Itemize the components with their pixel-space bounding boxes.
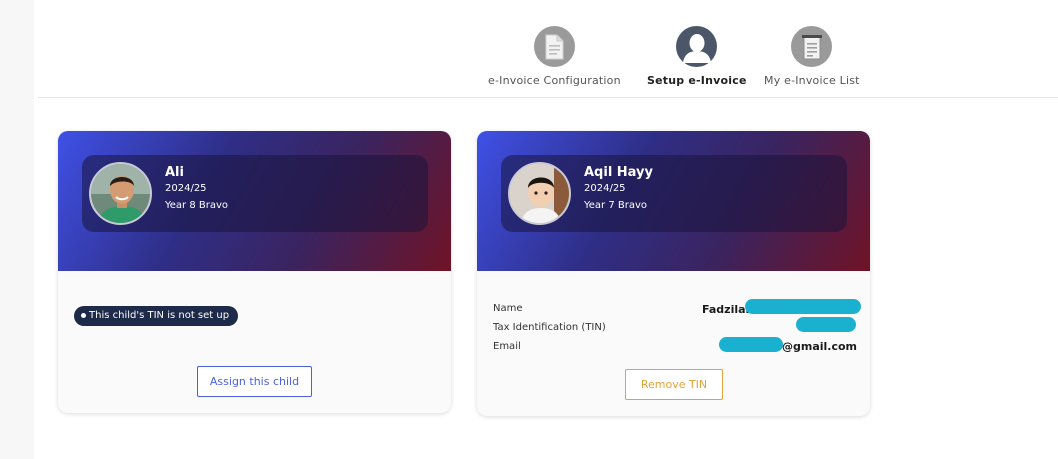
name-label: Name [493, 303, 523, 314]
child-avatar [89, 162, 152, 225]
remove-tin-button[interactable]: Remove TIN [625, 369, 723, 400]
step-my-einvoice-list[interactable]: My e-Invoice List [764, 26, 860, 87]
child-profile-box: Ali 2024/25 Year 8 Bravo [82, 155, 428, 232]
user-icon [676, 26, 718, 67]
email-label: Email [493, 341, 521, 352]
step-label: Setup e-Invoice [647, 74, 747, 87]
step-setup-einvoice[interactable]: Setup e-Invoice [647, 26, 747, 87]
assign-child-button[interactable]: Assign this child [197, 366, 312, 397]
header-divider [38, 97, 1058, 98]
redaction-mark [745, 299, 861, 314]
child-avatar [508, 162, 571, 225]
child-card-ali: Ali 2024/25 Year 8 Bravo This child's TI… [58, 131, 451, 413]
step-label: e-Invoice Configuration [488, 74, 621, 87]
redaction-mark [719, 337, 783, 352]
child-card-header: Ali 2024/25 Year 8 Bravo [58, 131, 451, 271]
tin-label: Tax Identification (TIN) [493, 322, 606, 333]
document-icon [533, 26, 575, 67]
child-academic-year: 2024/25 [584, 183, 626, 194]
step-label: My e-Invoice List [764, 74, 860, 87]
child-class: Year 7 Bravo [584, 200, 648, 211]
status-dot-icon [81, 313, 86, 318]
child-class: Year 8 Bravo [165, 200, 229, 211]
child-profile-box: Aqil Hayy 2024/25 Year 7 Bravo [501, 155, 847, 232]
list-document-icon [791, 26, 833, 67]
step-einvoice-configuration[interactable]: e-Invoice Configuration [488, 26, 621, 87]
child-name: Ali [165, 165, 184, 180]
child-card-aqil-hayy: Aqil Hayy 2024/25 Year 7 Bravo Name Fadz… [477, 131, 870, 416]
tin-status-badge: This child's TIN is not set up [74, 306, 239, 326]
tin-status-text: This child's TIN is not set up [89, 310, 230, 321]
child-academic-year: 2024/25 [165, 183, 207, 194]
redaction-mark [796, 317, 856, 332]
child-card-header: Aqil Hayy 2024/25 Year 7 Bravo [477, 131, 870, 271]
child-name: Aqil Hayy [584, 165, 654, 180]
email-value: @gmail.com [782, 340, 858, 353]
einvoice-stepper: e-Invoice Configuration Setup e-Invoice … [0, 26, 1058, 96]
